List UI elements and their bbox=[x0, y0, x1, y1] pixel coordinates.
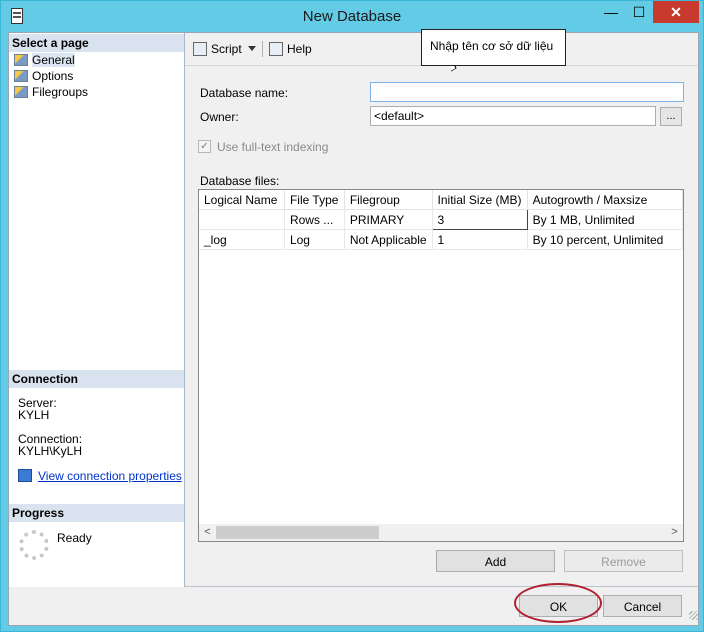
database-files-grid[interactable]: Logical Name File Type Filegroup Initial… bbox=[198, 189, 684, 542]
remove-button[interactable]: Remove bbox=[564, 550, 683, 572]
maximize-button[interactable]: ☐ bbox=[625, 1, 653, 23]
progress-spinner-icon bbox=[19, 530, 49, 560]
help-button[interactable]: Help bbox=[269, 42, 312, 56]
cell-file-type[interactable]: Rows ... bbox=[284, 209, 345, 230]
page-item-label: Options bbox=[32, 69, 74, 83]
script-dropdown-arrow-icon[interactable] bbox=[248, 46, 256, 51]
cell-initial-size[interactable]: 3 bbox=[431, 209, 528, 230]
annotation-callout: Nhập tên cơ sở dữ liệu bbox=[421, 29, 566, 66]
column-header-initial-size[interactable]: Initial Size (MB) bbox=[432, 190, 528, 210]
database-files-label: Database files: bbox=[200, 174, 280, 188]
column-header-file-type[interactable]: File Type bbox=[284, 190, 345, 210]
ok-highlight-ring bbox=[514, 583, 602, 623]
title-bar[interactable]: New Database — ☐ ✕ bbox=[1, 1, 703, 31]
table-header-row: Logical Name File Type Filegroup Initial… bbox=[199, 190, 683, 210]
cell-logical-name[interactable]: _log bbox=[199, 229, 285, 250]
fulltext-label: Use full-text indexing bbox=[217, 140, 329, 154]
page-item-label: Filegroups bbox=[32, 85, 89, 99]
minimize-button[interactable]: — bbox=[597, 1, 625, 23]
owner-input[interactable] bbox=[370, 106, 656, 126]
script-label: Script bbox=[211, 42, 242, 56]
files-table: Logical Name File Type Filegroup Initial… bbox=[199, 190, 683, 250]
help-label: Help bbox=[287, 42, 312, 56]
column-header-logical-name[interactable]: Logical Name bbox=[199, 190, 285, 210]
help-icon bbox=[269, 42, 283, 56]
cell-autogrowth[interactable]: By 1 MB, Unlimited bbox=[527, 209, 683, 230]
close-button[interactable]: ✕ bbox=[653, 1, 699, 23]
connection-header: Connection bbox=[9, 370, 184, 388]
table-row[interactable]: _log Log Not Applicable 1 By 10 percent,… bbox=[199, 229, 683, 250]
cell-filegroup[interactable]: Not Applicable bbox=[344, 229, 433, 250]
footer-separator bbox=[185, 586, 698, 587]
toolbar-separator bbox=[262, 41, 263, 57]
scroll-right-arrow-icon[interactable]: > bbox=[666, 524, 683, 541]
cell-logical-name[interactable] bbox=[199, 209, 285, 230]
column-header-filegroup[interactable]: Filegroup bbox=[344, 190, 433, 210]
connection-properties-icon bbox=[18, 469, 32, 482]
select-page-header: Select a page bbox=[9, 34, 184, 52]
page-item-options[interactable]: Options bbox=[14, 68, 73, 84]
table-row[interactable]: Rows ... PRIMARY 3 By 1 MB, Unlimited bbox=[199, 209, 683, 230]
cancel-button[interactable]: Cancel bbox=[603, 595, 682, 617]
cell-filegroup[interactable]: PRIMARY bbox=[344, 209, 433, 230]
view-connection-properties-link[interactable]: View connection properties bbox=[38, 469, 182, 483]
view-connection-properties[interactable]: View connection properties bbox=[18, 469, 182, 483]
cell-initial-size[interactable]: 1 bbox=[432, 229, 528, 250]
page-icon bbox=[14, 70, 28, 82]
page-icon bbox=[14, 54, 28, 66]
script-button[interactable]: Script bbox=[193, 42, 242, 56]
resize-grip-icon[interactable] bbox=[689, 611, 698, 620]
database-name-input[interactable] bbox=[370, 82, 684, 102]
page-item-label: General bbox=[32, 53, 75, 67]
owner-label: Owner: bbox=[200, 110, 239, 124]
column-header-autogrowth[interactable]: Autogrowth / Maxsize bbox=[527, 190, 683, 210]
callout-pointer bbox=[451, 64, 481, 89]
fulltext-checkbox[interactable]: ✓ bbox=[198, 140, 211, 153]
horizontal-scrollbar[interactable]: < > bbox=[199, 524, 683, 541]
cell-autogrowth[interactable]: By 10 percent, Unlimited bbox=[527, 229, 683, 250]
new-database-window: New Database — ☐ ✕ Select a page General… bbox=[0, 0, 704, 632]
script-icon bbox=[193, 42, 207, 56]
progress-header: Progress bbox=[9, 504, 184, 522]
server-value: KYLH bbox=[18, 408, 50, 422]
page-icon bbox=[14, 86, 28, 98]
page-item-filegroups[interactable]: Filegroups bbox=[14, 84, 88, 100]
owner-browse-button[interactable]: ... bbox=[660, 107, 682, 126]
database-name-label: Database name: bbox=[200, 86, 289, 100]
scrollbar-thumb[interactable] bbox=[216, 526, 379, 539]
scroll-left-arrow-icon[interactable]: < bbox=[199, 524, 216, 541]
page-item-general[interactable]: General bbox=[14, 52, 75, 68]
add-button[interactable]: Add bbox=[436, 550, 555, 572]
progress-status: Ready bbox=[57, 531, 92, 545]
cell-file-type[interactable]: Log bbox=[284, 229, 345, 250]
dialog-client-area: Select a page General Options Filegroups… bbox=[8, 32, 699, 626]
left-pane: Select a page General Options Filegroups… bbox=[9, 33, 185, 587]
connection-value: KYLH\KyLH bbox=[18, 444, 83, 458]
